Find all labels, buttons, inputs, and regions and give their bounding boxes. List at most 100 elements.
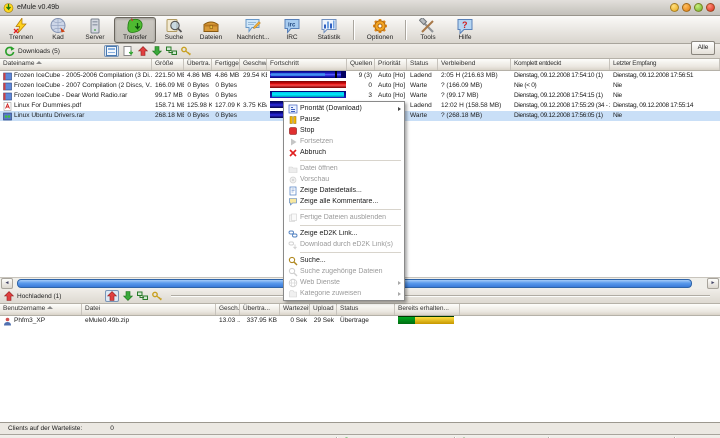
col-header-uebertragen[interactable]: Übertra... bbox=[184, 59, 212, 70]
tray-button[interactable] bbox=[682, 3, 691, 12]
menu-item-fortsetzen: Fortsetzen bbox=[284, 136, 404, 147]
splitter-line[interactable] bbox=[171, 295, 710, 297]
menu-item-ed2k-link[interactable]: Zeige eD2K Link... bbox=[284, 228, 404, 239]
menu-item-dateidetails[interactable]: Zeige Dateidetails... bbox=[284, 185, 404, 196]
scroll-left-button[interactable]: ◄ bbox=[1, 278, 13, 289]
split-view-toggle[interactable] bbox=[104, 45, 119, 57]
sort-ascending-icon bbox=[47, 306, 53, 309]
menu-item-abbruch[interactable]: Abbruch bbox=[284, 147, 404, 158]
col-header-fortschritt[interactable]: Fortschritt bbox=[267, 59, 347, 70]
main-toolbar: Trennen Kad Server Transfer Suche Dateie… bbox=[0, 16, 720, 44]
comments-icon bbox=[286, 197, 300, 207]
kad-network-icon bbox=[49, 18, 67, 34]
col-header-prioritaet[interactable]: Priorität bbox=[375, 59, 407, 70]
uploads-table: Benutzername Datei Gesch... Übertra... W… bbox=[0, 304, 720, 422]
col-header-wartezeit[interactable]: Wartezeit bbox=[280, 304, 310, 315]
submenu-arrow-icon bbox=[398, 107, 401, 111]
svg-text:irc: irc bbox=[288, 23, 296, 29]
uploads-column-headers: Benutzername Datei Gesch... Übertra... W… bbox=[0, 304, 720, 316]
col-header-status[interactable]: Status bbox=[337, 304, 395, 315]
menu-item-vorschau: Vorschau bbox=[284, 174, 404, 185]
submenu-arrow-icon bbox=[398, 281, 401, 285]
toolbar-button-server[interactable]: Server bbox=[76, 17, 114, 43]
network-icon[interactable] bbox=[166, 46, 177, 56]
upload-row-1[interactable]: Phfm3_XP eMule0.49b.zip 13.03 ... 337.95… bbox=[0, 316, 720, 326]
all-categories-button[interactable]: Alle bbox=[691, 41, 715, 55]
col-header-fertiggestellt[interactable]: Fertigge... bbox=[212, 59, 240, 70]
col-header-status[interactable]: Status bbox=[407, 59, 438, 70]
menu-item-suche-zugehoerige: Suche zugehörige Dateien bbox=[284, 266, 404, 277]
col-header-bereits-erhalten[interactable]: Bereits erhalten... bbox=[395, 304, 460, 315]
col-header-groesse[interactable]: Größe bbox=[152, 59, 184, 70]
download-row-2[interactable]: Frozen IceCube - 2007 Compilation (2 Dis… bbox=[0, 81, 720, 91]
download-arrow-icon[interactable] bbox=[123, 291, 133, 301]
minimize-button[interactable] bbox=[670, 3, 679, 12]
col-header-geschwindigkeit[interactable]: Geschwi... bbox=[240, 59, 267, 70]
col-header-letzter-empfang[interactable]: Letzter Empfang bbox=[610, 59, 720, 70]
scroll-right-button[interactable]: ► bbox=[707, 278, 719, 289]
toolbar-button-nachrichten[interactable]: Nachricht... bbox=[230, 17, 276, 43]
title-bar: eMule v0.49b bbox=[0, 0, 720, 16]
download-row-1[interactable]: Frozen IceCube - 2005-2006 Compilation (… bbox=[0, 71, 720, 81]
uploads-rows: Phfm3_XP eMule0.49b.zip 13.03 ... 337.95… bbox=[0, 316, 720, 326]
col-header-dateiname[interactable]: Dateiname bbox=[0, 59, 152, 70]
maximize-button[interactable] bbox=[694, 3, 703, 12]
key-icon[interactable] bbox=[181, 46, 192, 56]
menu-item-kommentare[interactable]: Zeige alle Kommentare... bbox=[284, 196, 404, 207]
col-header-uebertragen[interactable]: Übertra... bbox=[240, 304, 280, 315]
toolbar-button-dateien[interactable]: Dateien bbox=[192, 17, 230, 43]
window-controls bbox=[670, 3, 715, 12]
download-row-3[interactable]: Frozen IceCube - Dear World Radio.rar 99… bbox=[0, 91, 720, 101]
emule-window: eMule v0.49b Trennen Kad Server Transfer… bbox=[0, 0, 720, 438]
menu-separator bbox=[300, 225, 401, 226]
uploading-view-toggle[interactable] bbox=[105, 290, 119, 302]
uploads-empty-area bbox=[0, 326, 720, 422]
col-header-geschwindigkeit[interactable]: Gesch... bbox=[216, 304, 240, 315]
emule-app-icon bbox=[3, 2, 14, 13]
svg-text:?: ? bbox=[462, 20, 468, 30]
upload-arrow-icon[interactable] bbox=[138, 46, 148, 56]
download-arrow-icon[interactable] bbox=[152, 46, 162, 56]
menu-item-pause[interactable]: Pause bbox=[284, 114, 404, 125]
close-button[interactable] bbox=[706, 3, 715, 12]
col-header-upload[interactable]: Upload ... bbox=[310, 304, 337, 315]
toolbar-button-optionen[interactable]: Optionen bbox=[358, 17, 402, 43]
toolbar-button-trennen[interactable]: Trennen bbox=[2, 17, 40, 43]
media-file-icon bbox=[3, 82, 12, 91]
pdf-file-icon bbox=[3, 102, 12, 111]
search-icon bbox=[165, 18, 183, 34]
toolbar-button-suche[interactable]: Suche bbox=[156, 17, 192, 43]
col-header-komplett-entdeckt[interactable]: Komplett entdeckt bbox=[511, 59, 610, 70]
window-title: eMule v0.49b bbox=[17, 4, 670, 11]
col-header-benutzername[interactable]: Benutzername bbox=[0, 304, 82, 315]
progress-bar bbox=[270, 71, 346, 78]
menu-item-suche[interactable]: Suche... bbox=[284, 255, 404, 266]
col-header-datei[interactable]: Datei bbox=[82, 304, 216, 315]
status-bar: Download von 'Linux Ubuntu Drivers.rar' … bbox=[0, 434, 720, 438]
media-file-icon bbox=[3, 92, 12, 101]
progress-bar bbox=[270, 81, 346, 88]
col-header-quellen[interactable]: Quellen bbox=[347, 59, 375, 70]
uploads-strip-icons bbox=[105, 290, 163, 302]
toolbar-button-hilfe[interactable]: ? Hilfe bbox=[446, 17, 484, 43]
toolbar-button-transfer[interactable]: Transfer bbox=[114, 17, 156, 43]
category-folder-icon bbox=[286, 289, 300, 299]
open-file-icon[interactable] bbox=[123, 46, 134, 56]
menu-item-stop[interactable]: Stop bbox=[284, 125, 404, 136]
toolbar-button-statistik[interactable]: Statistik bbox=[308, 17, 350, 43]
col-header-verbleibend[interactable]: Verbleibend bbox=[438, 59, 511, 70]
uploads-count-label: Hochladend (1) bbox=[17, 293, 61, 300]
menu-item-prioritaet[interactable]: Priorität (Download) bbox=[284, 103, 404, 114]
network-icon[interactable] bbox=[137, 291, 148, 301]
search-icon bbox=[286, 256, 300, 266]
toolbar-separator bbox=[353, 20, 355, 40]
toolbar-button-irc[interactable]: irc IRC bbox=[276, 17, 308, 43]
toolbar-button-kad[interactable]: Kad bbox=[40, 17, 76, 43]
received-progress-bar bbox=[398, 316, 454, 324]
key-icon[interactable] bbox=[152, 291, 163, 301]
queue-value: 0 bbox=[110, 425, 114, 432]
disconnect-icon bbox=[12, 18, 30, 34]
cancel-icon bbox=[286, 148, 300, 158]
statistics-icon bbox=[320, 18, 338, 34]
toolbar-button-tools[interactable]: Tools bbox=[410, 17, 446, 43]
